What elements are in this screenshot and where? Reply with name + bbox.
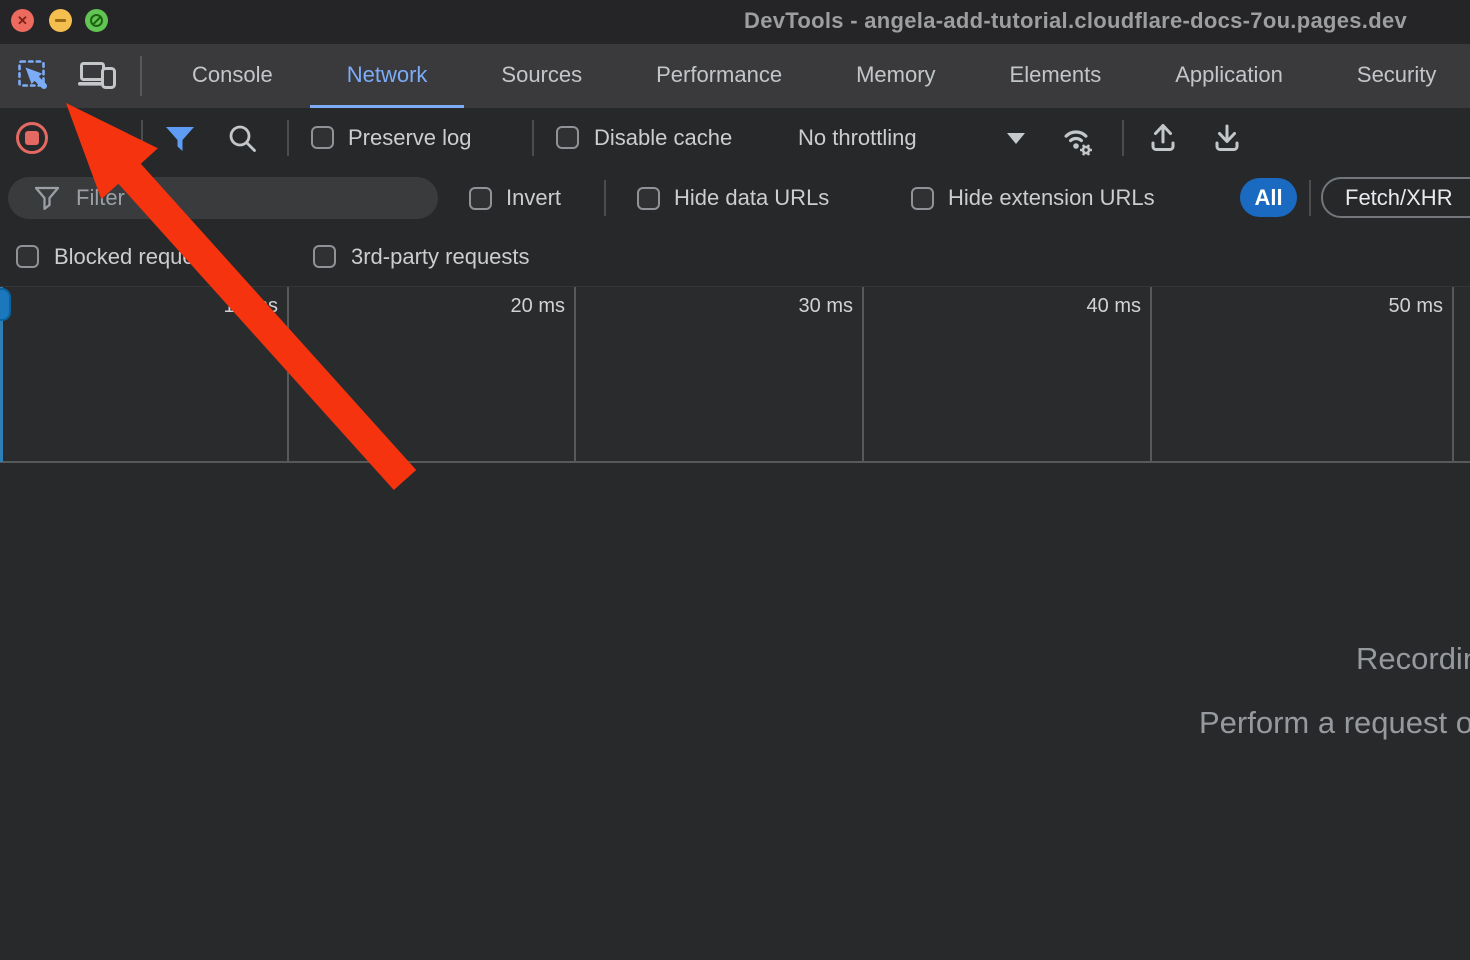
hide-extension-urls-label[interactable]: Hide extension URLs xyxy=(948,168,1155,228)
tab-console[interactable]: Console xyxy=(155,44,310,108)
invert-checkbox[interactable] xyxy=(469,187,492,210)
search-button[interactable] xyxy=(226,122,260,154)
toolbar-divider xyxy=(140,56,142,96)
disable-cache-label[interactable]: Disable cache xyxy=(594,108,732,168)
toolbar-divider xyxy=(532,120,534,156)
chevron-down-icon[interactable] xyxy=(1007,133,1025,144)
close-icon: ✕ xyxy=(17,14,28,27)
close-button[interactable]: ✕ xyxy=(11,9,34,32)
empty-state-line1: Recording network activity… xyxy=(1356,641,1470,677)
network-toolbar: Preserve log Disable cache No throttling xyxy=(0,108,1470,168)
timeline-gridline xyxy=(1150,287,1152,462)
invert-label[interactable]: Invert xyxy=(506,168,561,228)
network-conditions-button[interactable] xyxy=(1056,123,1098,157)
zoom-icon xyxy=(90,14,103,27)
tab-application[interactable]: Application xyxy=(1138,44,1320,108)
timeline-tick-label: 30 ms xyxy=(773,295,853,318)
title-bar: ✕ DevTools - angela-add-tutorial.cloudfl… xyxy=(0,0,1470,44)
filter-chip-fetch-xhr[interactable]: Fetch/XHR xyxy=(1321,177,1470,218)
search-icon xyxy=(226,122,260,154)
blocked-requests-checkbox[interactable] xyxy=(16,245,39,268)
hide-data-urls-checkbox[interactable] xyxy=(637,187,660,210)
clear-button[interactable] xyxy=(79,122,111,154)
hide-data-urls-label[interactable]: Hide data URLs xyxy=(674,168,829,228)
inspect-element-button[interactable] xyxy=(16,58,52,94)
network-filter-row: Invert Hide data URLs Hide extension URL… xyxy=(0,168,1470,228)
third-party-requests-checkbox[interactable] xyxy=(313,245,336,268)
tab-security[interactable]: Security xyxy=(1320,44,1470,108)
timeline-gridline xyxy=(1452,287,1454,462)
toolbar-divider xyxy=(141,120,143,156)
timeline-tick-label: 40 ms xyxy=(1061,295,1141,318)
filter-chip-all[interactable]: All xyxy=(1240,178,1297,217)
download-icon xyxy=(1210,121,1244,155)
toolbar-divider xyxy=(1309,180,1311,216)
empty-state-line2: Perform a request or hit ⌘ R to record t… xyxy=(1199,705,1470,741)
import-har-button[interactable] xyxy=(1146,121,1180,155)
timeline-gridline xyxy=(287,287,289,462)
toolbar-divider xyxy=(604,180,606,216)
stop-recording-icon xyxy=(25,131,39,145)
disable-cache-checkbox[interactable] xyxy=(556,126,579,149)
toolbar-divider xyxy=(287,120,289,156)
toolbar-divider xyxy=(1122,120,1124,156)
timeline-gridline xyxy=(862,287,864,462)
export-har-button[interactable] xyxy=(1210,121,1244,155)
timeline-tick-label: 50 ms xyxy=(1363,295,1443,318)
preserve-log-label[interactable]: Preserve log xyxy=(348,108,472,168)
request-filters-row: Blocked requests 3rd-party requests xyxy=(0,228,1470,286)
clear-icon xyxy=(79,122,111,154)
throttling-select[interactable]: No throttling xyxy=(798,108,917,168)
window-title: DevTools - angela-add-tutorial.cloudflar… xyxy=(744,8,1407,34)
upload-icon xyxy=(1146,121,1180,155)
devtools-tab-bar: Console Network Sources Performance Memo… xyxy=(0,44,1470,108)
funnel-icon xyxy=(34,186,60,211)
gear-icon xyxy=(1080,145,1092,155)
preserve-log-checkbox[interactable] xyxy=(311,126,334,149)
minimize-icon xyxy=(55,19,66,22)
network-overview-timeline[interactable]: 10 ms 20 ms 30 ms 40 ms 50 ms xyxy=(0,286,1470,463)
network-conditions-icon xyxy=(1056,123,1098,157)
filter-input[interactable] xyxy=(76,185,396,211)
filter-toggle-button[interactable] xyxy=(163,125,197,152)
timeline-tick-label: 10 ms xyxy=(198,295,278,318)
filter-input-container[interactable] xyxy=(8,177,438,219)
tab-network[interactable]: Network xyxy=(310,44,465,108)
hide-extension-urls-checkbox[interactable] xyxy=(911,187,934,210)
timeline-cursor-handle[interactable] xyxy=(0,288,11,321)
inspect-element-icon xyxy=(16,58,52,94)
timeline-gridline xyxy=(574,287,576,462)
stop-recording-button[interactable] xyxy=(16,122,48,154)
filter-icon xyxy=(164,126,196,152)
panel-tabs: Console Network Sources Performance Memo… xyxy=(155,44,1470,108)
third-party-requests-label[interactable]: 3rd-party requests xyxy=(351,228,530,286)
timeline-tick-label: 20 ms xyxy=(485,295,565,318)
tab-performance[interactable]: Performance xyxy=(619,44,819,108)
zoom-button[interactable] xyxy=(85,9,108,32)
toggle-device-toolbar-icon xyxy=(77,59,117,93)
blocked-requests-label[interactable]: Blocked requests xyxy=(54,228,223,286)
minimize-button[interactable] xyxy=(49,9,72,32)
tab-sources[interactable]: Sources xyxy=(464,44,619,108)
toggle-device-toolbar-button[interactable] xyxy=(77,59,117,93)
devtools-window: ✕ DevTools - angela-add-tutorial.cloudfl… xyxy=(0,0,1470,960)
tab-memory[interactable]: Memory xyxy=(819,44,972,108)
tab-elements[interactable]: Elements xyxy=(973,44,1139,108)
